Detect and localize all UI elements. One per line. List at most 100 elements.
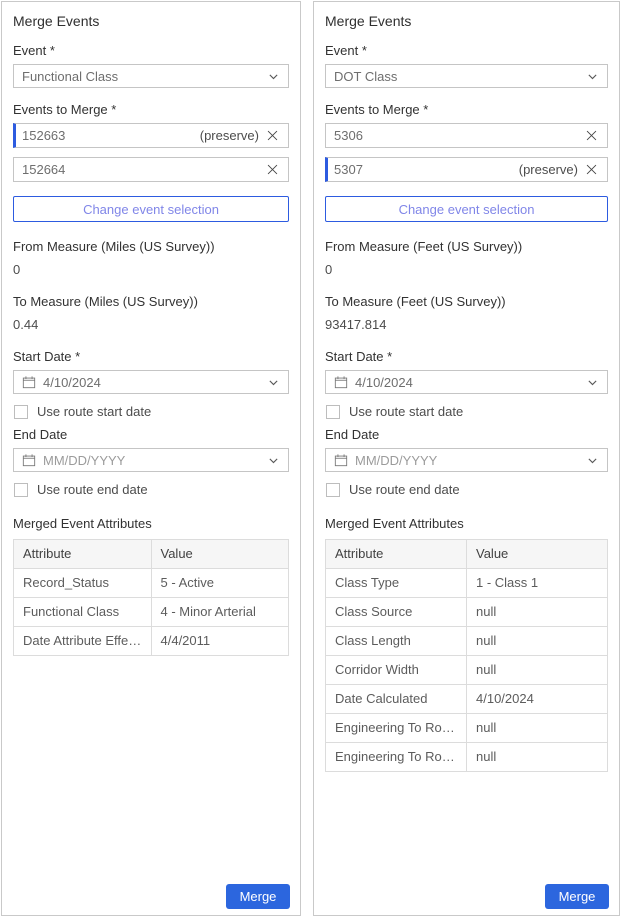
use-route-start-date-row: Use route start date <box>14 404 289 419</box>
event-to-merge-item[interactable]: 5307 (preserve) <box>325 157 608 182</box>
table-row: Date Attribute Effective 4/4/2011 <box>14 627 289 656</box>
event-label: Event * <box>325 44 608 58</box>
calendar-icon <box>334 453 348 467</box>
start-date-label: Start Date * <box>325 350 608 364</box>
attribute-cell: Class Source <box>326 598 467 627</box>
table-row: Class Length null <box>326 627 608 656</box>
start-date-value: 4/10/2024 <box>355 375 413 390</box>
merge-button[interactable]: Merge <box>226 884 290 909</box>
use-route-start-date-checkbox[interactable] <box>326 405 340 419</box>
change-event-selection-button[interactable]: Change event selection <box>325 196 608 222</box>
panel-title: Merge Events <box>325 13 608 29</box>
events-to-merge-label: Events to Merge * <box>13 103 289 117</box>
end-date-label: End Date <box>13 428 289 442</box>
use-route-end-date-checkbox[interactable] <box>326 483 340 497</box>
to-measure-value: 0.44 <box>13 318 289 332</box>
event-select-value: DOT Class <box>334 69 397 84</box>
merged-event-attributes-label: Merged Event Attributes <box>325 516 608 531</box>
to-measure-label: To Measure (Miles (US Survey)) <box>13 295 289 309</box>
end-date-input[interactable]: MM/DD/YYYY <box>325 448 608 472</box>
use-route-end-date-row: Use route end date <box>14 482 289 497</box>
event-id-text: 152663 <box>22 128 65 143</box>
event-id-text: 5306 <box>334 128 363 143</box>
event-id-text: 152664 <box>22 162 65 177</box>
table-row: Record_Status 5 - Active <box>14 569 289 598</box>
use-route-end-date-checkbox[interactable] <box>14 483 28 497</box>
end-date-placeholder: MM/DD/YYYY <box>355 453 437 468</box>
from-measure-value: 0 <box>13 263 289 277</box>
start-date-label: Start Date * <box>13 350 289 364</box>
event-select[interactable]: DOT Class <box>325 64 608 88</box>
event-select[interactable]: Functional Class <box>13 64 289 88</box>
use-route-end-date-label: Use route end date <box>37 482 148 497</box>
value-cell: null <box>467 598 608 627</box>
use-route-start-date-checkbox[interactable] <box>14 405 28 419</box>
value-cell: 1 - Class 1 <box>467 569 608 598</box>
start-date-value: 4/10/2024 <box>43 375 101 390</box>
remove-event-icon[interactable] <box>584 128 599 143</box>
events-to-merge-list: 152663 (preserve) 152664 <box>13 123 289 182</box>
from-measure-label: From Measure (Feet (US Survey)) <box>325 240 608 254</box>
start-date-input[interactable]: 4/10/2024 <box>325 370 608 394</box>
to-measure-label: To Measure (Feet (US Survey)) <box>325 295 608 309</box>
table-row: Engineering To RouteID null <box>326 714 608 743</box>
panel-title: Merge Events <box>13 13 289 29</box>
preserve-label: (preserve) <box>519 162 578 177</box>
change-event-selection-button[interactable]: Change event selection <box>13 196 289 222</box>
table-row: Date Calculated 4/10/2024 <box>326 685 608 714</box>
use-route-start-date-label: Use route start date <box>37 404 151 419</box>
events-to-merge-label: Events to Merge * <box>325 103 608 117</box>
attribute-cell: Engineering To Route ... <box>326 743 467 772</box>
value-cell: null <box>467 714 608 743</box>
attribute-cell: Class Type <box>326 569 467 598</box>
table-header-row: Attribute Value <box>326 540 608 569</box>
value-cell: null <box>467 627 608 656</box>
chevron-down-icon <box>267 70 280 83</box>
use-route-start-date-label: Use route start date <box>349 404 463 419</box>
merged-event-attributes-label: Merged Event Attributes <box>13 516 289 531</box>
attribute-cell: Date Attribute Effective <box>14 627 152 656</box>
use-route-end-date-row: Use route end date <box>326 482 608 497</box>
value-cell: null <box>467 743 608 772</box>
event-label: Event * <box>13 44 289 58</box>
merged-event-attributes-table: Attribute Value Record_Status 5 - Active… <box>13 539 289 656</box>
attribute-cell: Date Calculated <box>326 685 467 714</box>
event-to-merge-item[interactable]: 152663 (preserve) <box>13 123 289 148</box>
to-measure-value: 93417.814 <box>325 318 608 332</box>
event-to-merge-item[interactable]: 152664 <box>13 157 289 182</box>
table-row: Class Type 1 - Class 1 <box>326 569 608 598</box>
remove-event-icon[interactable] <box>265 128 280 143</box>
start-date-input[interactable]: 4/10/2024 <box>13 370 289 394</box>
calendar-icon <box>22 453 36 467</box>
column-header-attribute: Attribute <box>14 540 152 569</box>
merge-events-panel-right: Merge Events Event * DOT Class Events to… <box>313 1 620 916</box>
from-measure-value: 0 <box>325 263 608 277</box>
merge-button[interactable]: Merge <box>545 884 609 909</box>
from-measure-label: From Measure (Miles (US Survey)) <box>13 240 289 254</box>
table-row: Functional Class 4 - Minor Arterial <box>14 598 289 627</box>
table-row: Corridor Width null <box>326 656 608 685</box>
remove-event-icon[interactable] <box>584 162 599 177</box>
value-cell: null <box>467 656 608 685</box>
event-to-merge-item[interactable]: 5306 <box>325 123 608 148</box>
calendar-icon <box>334 375 348 389</box>
attribute-cell: Record_Status <box>14 569 152 598</box>
value-cell: 4/10/2024 <box>467 685 608 714</box>
end-date-placeholder: MM/DD/YYYY <box>43 453 125 468</box>
events-to-merge-list: 5306 5307 (preserve) <box>325 123 608 182</box>
remove-event-icon[interactable] <box>265 162 280 177</box>
attribute-cell: Corridor Width <box>326 656 467 685</box>
chevron-down-icon <box>586 70 599 83</box>
calendar-icon <box>22 375 36 389</box>
end-date-input[interactable]: MM/DD/YYYY <box>13 448 289 472</box>
chevron-down-icon <box>267 376 280 389</box>
chevron-down-icon <box>586 376 599 389</box>
column-header-value: Value <box>467 540 608 569</box>
end-date-label: End Date <box>325 428 608 442</box>
chevron-down-icon <box>586 454 599 467</box>
merged-event-attributes-table: Attribute Value Class Type 1 - Class 1 C… <box>325 539 608 772</box>
column-header-attribute: Attribute <box>326 540 467 569</box>
table-row: Engineering To Route ... null <box>326 743 608 772</box>
value-cell: 4/4/2011 <box>151 627 289 656</box>
merge-events-panel-left: Merge Events Event * Functional Class Ev… <box>1 1 301 916</box>
